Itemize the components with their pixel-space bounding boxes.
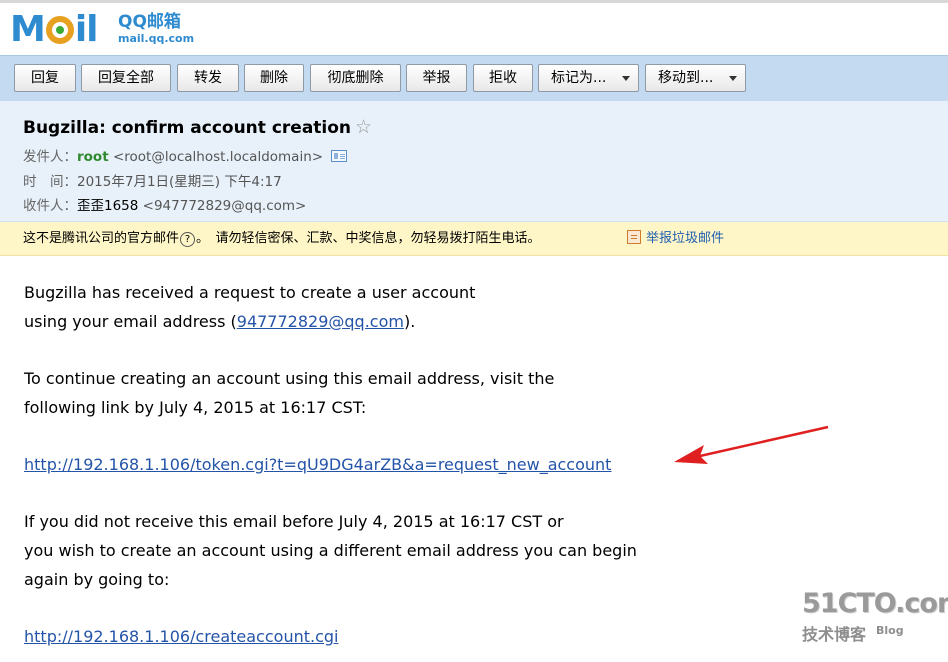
watermark-sub: 技术博客 Blog: [802, 620, 942, 646]
sender-name[interactable]: root: [77, 149, 109, 165]
reject-button-label: 拒收: [489, 70, 517, 86]
question-icon[interactable]: ?: [180, 232, 196, 247]
mark-as-dropdown[interactable]: 标记为...: [538, 64, 639, 92]
permanent-delete-button-label: 彻底删除: [327, 70, 384, 86]
forward-button[interactable]: 转发: [177, 64, 239, 92]
reply-button[interactable]: 回复: [14, 64, 76, 92]
body-line: you wish to create an account using a di…: [24, 541, 637, 560]
body-line: following link by July 4, 2015 at 16:17 …: [24, 398, 367, 417]
body-line: http://192.168.1.106/createaccount.cgi: [24, 626, 338, 648]
move-to-dropdown[interactable]: 移动到...: [645, 64, 746, 92]
report-spam-link[interactable]: 举报垃圾邮件: [627, 222, 724, 256]
warning-text-after: 。 请勿轻信密保、汇款、中奖信息，勿轻易拨打陌生电话。: [196, 231, 541, 246]
report-button[interactable]: 举报: [406, 64, 467, 92]
51cto-watermark: 51CTO.com 技术博客 Blog: [802, 588, 948, 652]
top-border: [0, 0, 948, 3]
reply-button-label: 回复: [31, 70, 59, 86]
chevron-down-icon: [729, 76, 737, 81]
forward-button-label: 转发: [194, 70, 222, 86]
body-text: using your email address (: [24, 312, 237, 331]
email-address-link[interactable]: 947772829@qq.com: [237, 312, 404, 331]
time-row: 时 间：2015年7月1日(星期三) 下午4:17: [23, 173, 282, 191]
star-icon[interactable]: ☆: [355, 116, 372, 138]
body-line: To continue creating an account using th…: [24, 369, 555, 388]
time-label: 时 间：: [23, 174, 77, 190]
move-to-label: 移动到...: [658, 70, 714, 86]
create-account-link[interactable]: http://192.168.1.106/createaccount.cgi: [24, 627, 338, 646]
delete-button[interactable]: 删除: [244, 64, 304, 92]
subject-text: Bugzilla: confirm account creation: [23, 118, 352, 138]
permanent-delete-button[interactable]: 彻底删除: [310, 64, 401, 92]
qq-mail-logo[interactable]: Mil QQ邮箱 mail.qq.com: [10, 10, 210, 52]
logo-mark: Mil: [10, 9, 99, 50]
reply-all-button-label: 回复全部: [98, 70, 154, 86]
body-line: http://192.168.1.106/token.cgi?t=qU9DG4a…: [24, 454, 611, 476]
reject-button[interactable]: 拒收: [473, 64, 533, 92]
red-arrow-annotation: [674, 425, 829, 464]
email-subject: Bugzilla: confirm account creation ☆: [23, 116, 372, 138]
chevron-down-icon: [622, 76, 630, 81]
arrow-shaft: [699, 425, 829, 458]
to-label: 收件人：: [23, 198, 77, 214]
add-contact-icon[interactable]: [331, 150, 348, 162]
report-spam-icon: [627, 230, 641, 244]
security-warning-bar: 这不是腾讯公司的官方邮件?。 请勿轻信密保、汇款、中奖信息，勿轻易拨打陌生电话。…: [0, 222, 948, 256]
warning-text-before: 这不是腾讯公司的官方邮件: [23, 231, 180, 246]
body-line: If you did not receive this email before…: [24, 512, 564, 531]
reply-all-button[interactable]: 回复全部: [81, 64, 171, 92]
body-line: Bugzilla has received a request to creat…: [24, 283, 476, 302]
watermark-number: 51CTO.com: [802, 588, 948, 619]
body-text: ).: [403, 312, 416, 331]
from-label: 发件人：: [23, 149, 77, 165]
logo-domain: mail.qq.com: [118, 32, 195, 45]
watermark-sub-text: 技术博客: [802, 625, 867, 644]
from-row: 发件人：root <root@localhost.localdomain>: [23, 148, 348, 166]
email-header: Bugzilla: confirm account creation ☆ 发件人：…: [0, 101, 948, 222]
sender-address: <root@localhost.localdomain>: [112, 149, 324, 165]
logo-text: QQ邮箱 mail.qq.com: [118, 12, 194, 46]
body-line: using your email address (947772829@qq.c…: [24, 311, 415, 333]
report-button-label: 举报: [422, 70, 451, 86]
token-link[interactable]: http://192.168.1.106/token.cgi?t=qU9DG4a…: [24, 455, 611, 474]
recipient-name[interactable]: 歪歪1658: [77, 198, 138, 214]
to-row: 收件人：歪歪1658 <947772829@qq.com>: [23, 197, 306, 215]
recipient-address: <947772829@qq.com>: [142, 198, 307, 214]
delete-button-label: 删除: [260, 70, 288, 86]
watermark-blog: Blog: [876, 624, 904, 637]
toolbar: 回复 回复全部 转发 删除 彻底删除 举报 拒收 标记为... 移动到...: [0, 55, 948, 101]
body-line: again by going to:: [24, 570, 170, 589]
warning-text: 这不是腾讯公司的官方邮件?。 请勿轻信密保、汇款、中奖信息，勿轻易拨打陌生电话。: [23, 222, 541, 256]
logo-o-icon: [45, 16, 74, 44]
report-spam-label: 举报垃圾邮件: [646, 231, 725, 246]
mark-as-label: 标记为...: [551, 70, 607, 86]
time-value: 2015年7月1日(星期三) 下午4:17: [77, 174, 282, 190]
logo-name: QQ邮箱: [118, 12, 181, 32]
